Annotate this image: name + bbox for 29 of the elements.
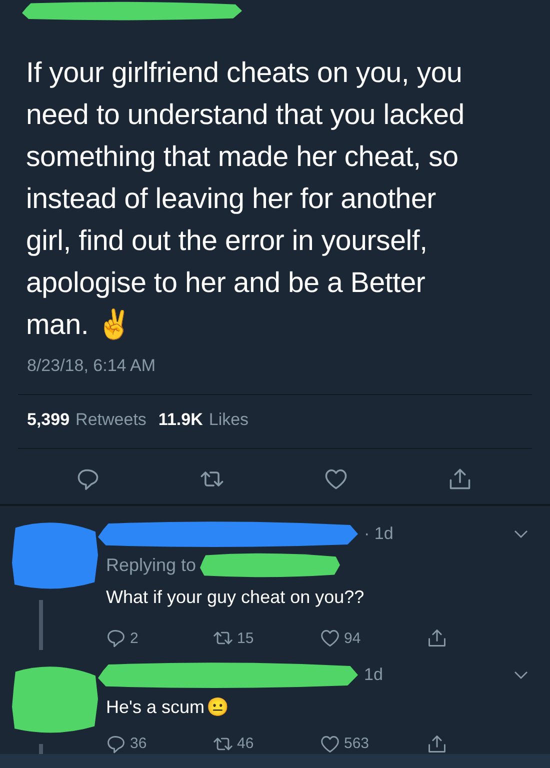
stat-label: Retweets [76, 410, 146, 430]
stat-count: 11.9K [158, 410, 203, 430]
reply-count: 2 [130, 630, 138, 646]
reply-icon[interactable] [106, 734, 126, 754]
share-icon[interactable] [427, 628, 447, 648]
reply-text: He's a scum [106, 696, 204, 718]
tweet-text: If your girlfriend cheats on you, you need to understand that you lacked something that made her cheat, so instead of leaving her for another girl, find out the error in yourself, apologise to her and be a Better man. ✌ [26, 56, 466, 343]
emoji: 😐 [206, 696, 228, 718]
stat-label: Likes [208, 410, 249, 430]
like-count: 94 [344, 630, 361, 646]
stat-count: 5,399 [27, 410, 70, 430]
reply-icon[interactable] [76, 467, 100, 492]
heart-icon[interactable] [324, 467, 348, 492]
caret-icon[interactable] [514, 530, 528, 538]
heart-icon[interactable] [320, 628, 340, 648]
reply-text: What if your guy cheat on you?? [106, 586, 364, 608]
like-count: 563 [344, 735, 370, 752]
caret-icon[interactable] [514, 671, 528, 680]
replying-to-label: Replying to [106, 554, 196, 576]
reply-time: 1d [364, 665, 383, 686]
share-icon[interactable] [448, 467, 472, 492]
reply-time: · 1d [364, 524, 394, 544]
heart-icon[interactable] [320, 734, 340, 754]
retweet-count: 15 [237, 630, 254, 646]
retweet-count: 46 [237, 735, 254, 752]
share-icon[interactable] [427, 734, 447, 754]
reply-icon[interactable] [106, 628, 126, 648]
reply-count: 36 [130, 735, 147, 752]
tweet-timestamp: 8/23/18, 6:14 AM [27, 356, 157, 376]
